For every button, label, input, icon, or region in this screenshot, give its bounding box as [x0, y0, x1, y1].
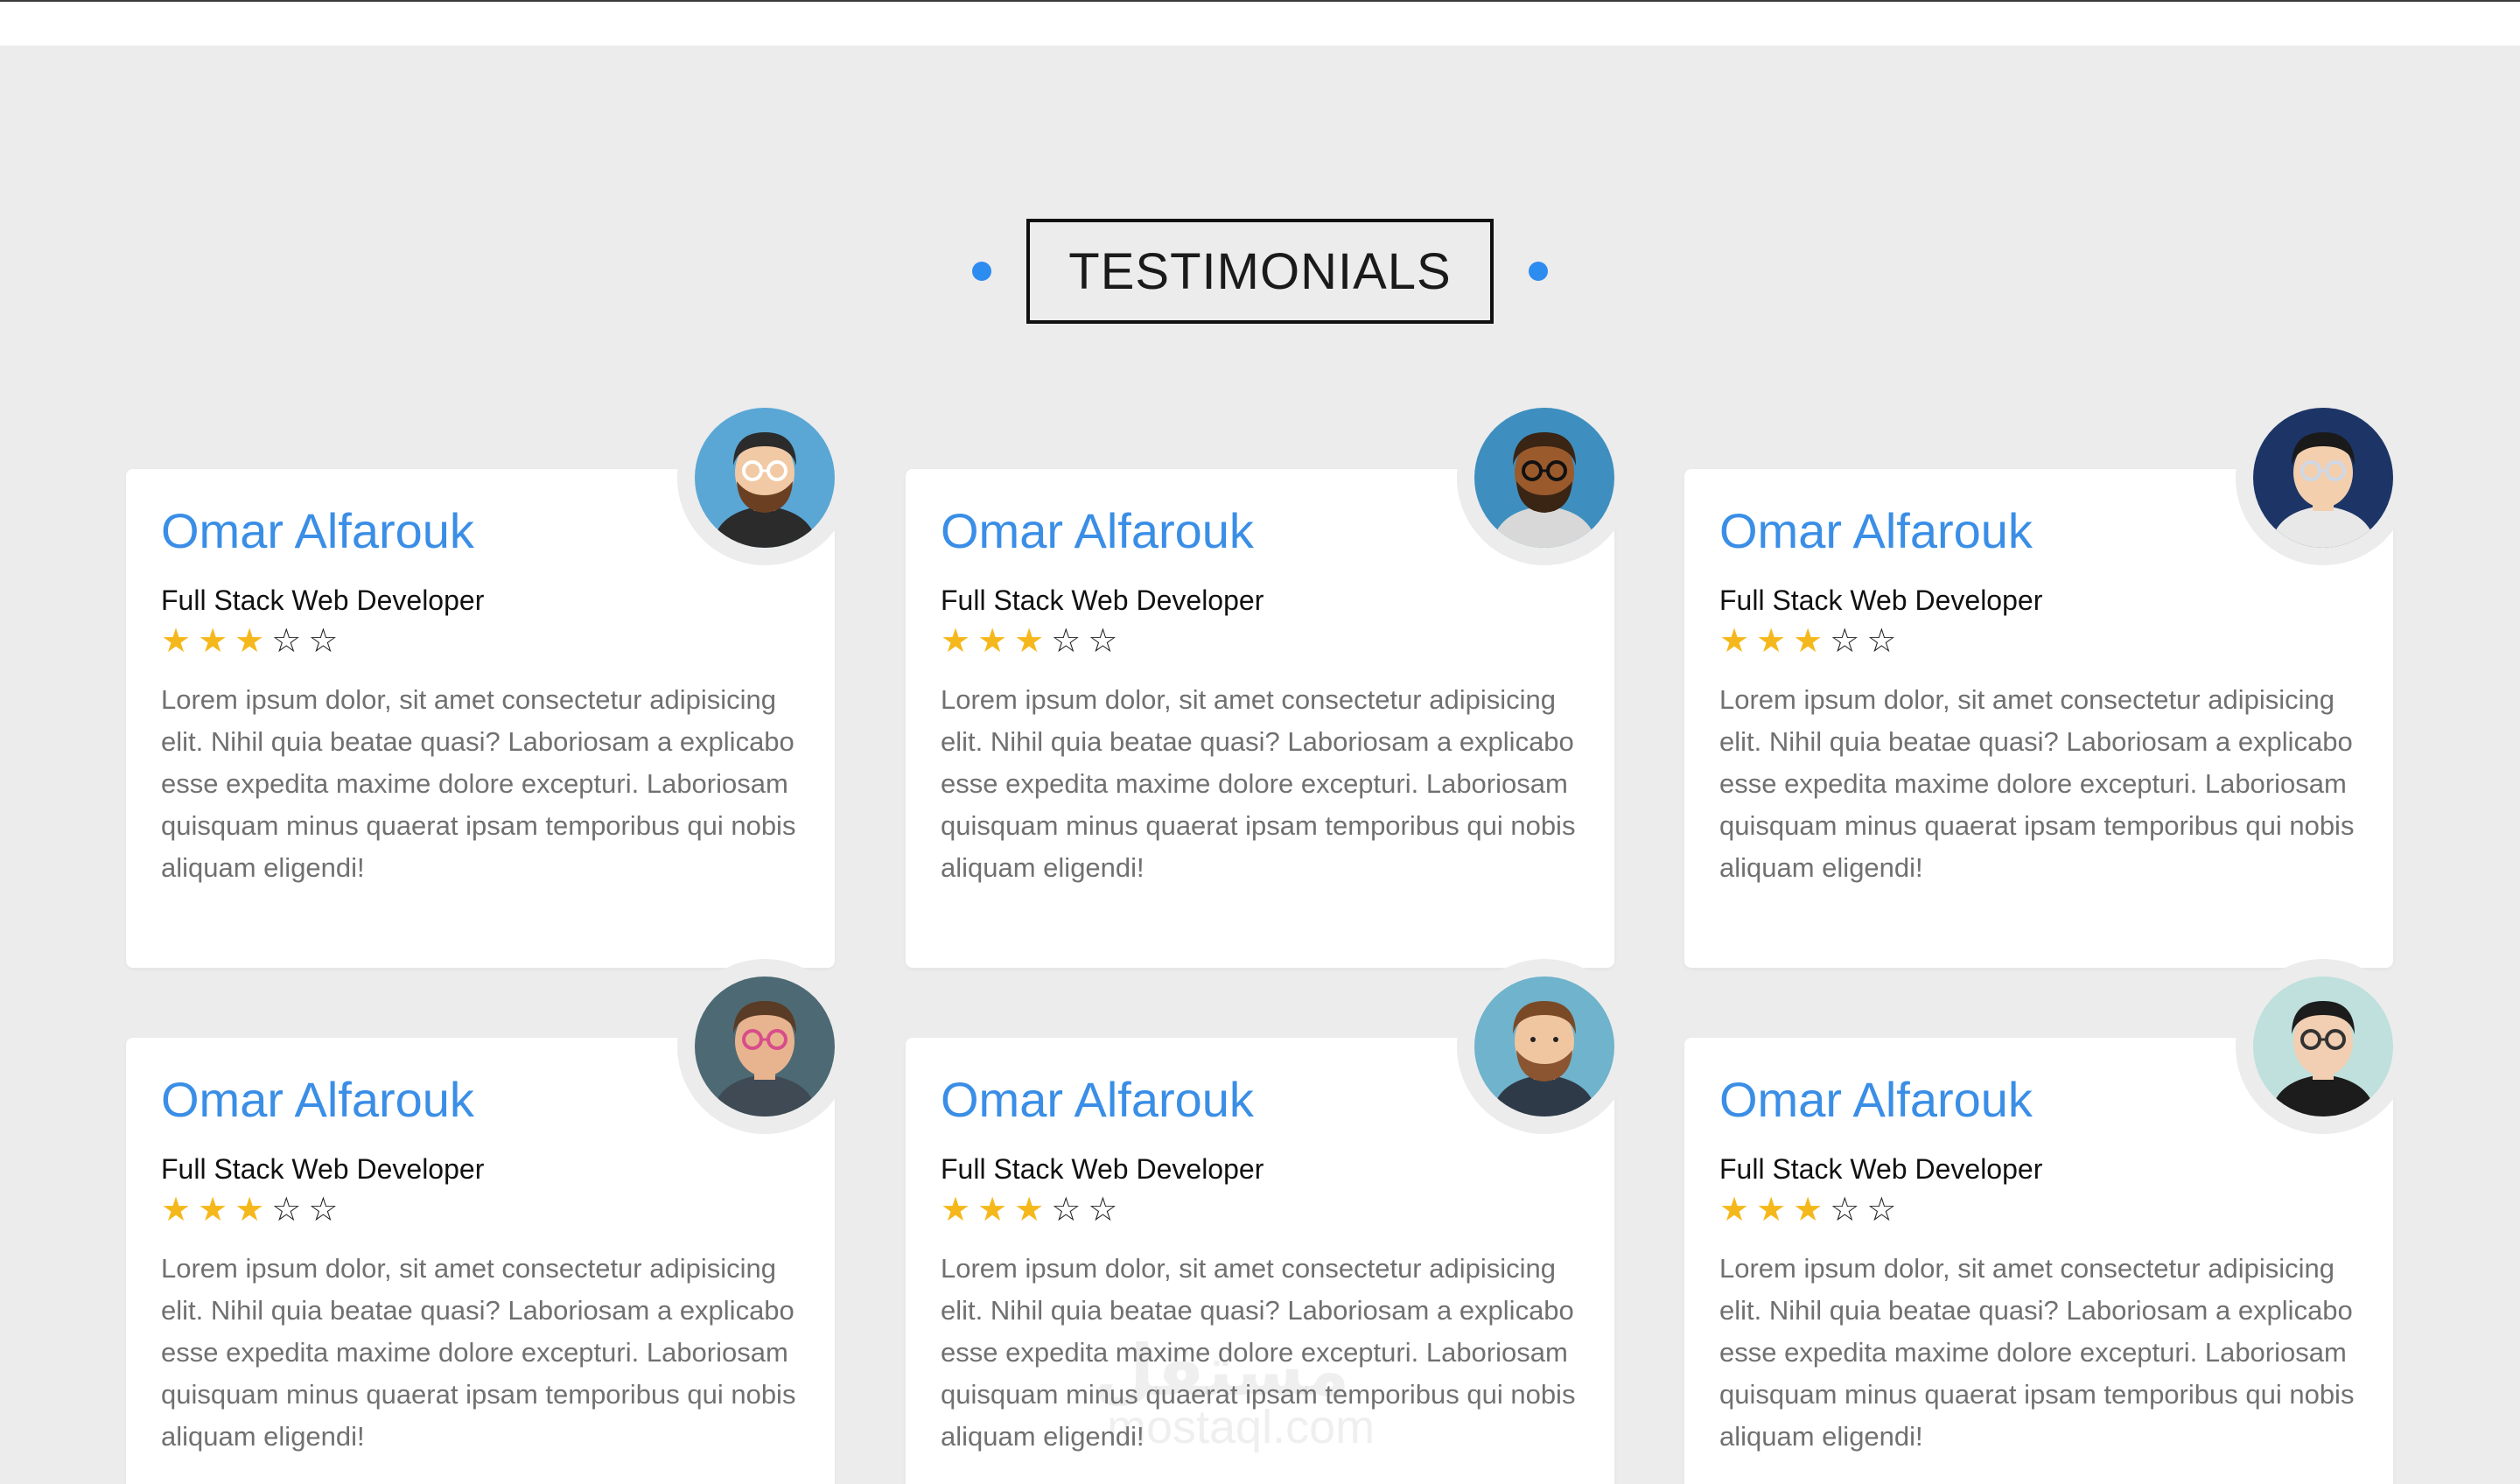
- avatar-bearded-icon: [1474, 976, 1614, 1116]
- star-filled-icon: ★: [977, 623, 1008, 660]
- star-rating: ★ ★ ★ ☆ ☆: [941, 1194, 1117, 1227]
- star-filled-icon: ★: [1793, 1192, 1824, 1228]
- star-outline-icon: ☆: [308, 623, 339, 660]
- testimonial-card: Omar Alfarouk Full Stack Web Developer ★ ★ ★…: [126, 959, 852, 1484]
- testimonial-text: Lorem ipsum dolor, sit amet consectetur …: [161, 1253, 796, 1452]
- star-outline-icon: ☆: [1088, 1192, 1118, 1228]
- star-filled-icon: ★: [1756, 623, 1787, 660]
- star-rating: ★ ★ ★ ☆ ☆: [1719, 625, 1896, 658]
- star-filled-icon: ★: [161, 623, 192, 660]
- avatar-aviator-icon: [2253, 976, 2393, 1116]
- star-rating: ★ ★ ★ ☆ ☆: [161, 625, 338, 658]
- star-rating: ★ ★ ★ ☆ ☆: [161, 1194, 338, 1227]
- star-filled-icon: ★: [234, 623, 265, 660]
- avatar-pink-glasses-icon: [695, 976, 835, 1116]
- testimonial-card: Omar Alfarouk Full Stack Web Developer ★ ★ ★…: [1684, 390, 2411, 968]
- left-dot-icon: [972, 262, 992, 281]
- avatar-frame: [1457, 390, 1632, 565]
- star-outline-icon: ☆: [271, 623, 302, 660]
- avatar-sunglasses-icon: [1474, 408, 1614, 548]
- testimonial-text: Lorem ipsum dolor, sit amet consectetur …: [1719, 684, 2355, 883]
- avatar-glasses-icon: [2253, 408, 2393, 548]
- star-outline-icon: ☆: [1051, 1192, 1082, 1228]
- testimonial-name: Omar Alfarouk: [941, 1072, 1254, 1127]
- testimonial-text: Lorem ipsum dolor, sit amet consectetur …: [161, 684, 796, 883]
- testimonial-name: Omar Alfarouk: [1719, 503, 2033, 558]
- testimonial-card: Omar Alfarouk Full Stack Web Developer ★ ★ ★…: [126, 390, 852, 968]
- avatar-frame: [2236, 390, 2411, 565]
- star-outline-icon: ☆: [1051, 623, 1082, 660]
- star-outline-icon: ☆: [1866, 623, 1897, 660]
- section-header: TESTIMONIALS: [0, 219, 2520, 324]
- star-outline-icon: ☆: [1088, 623, 1118, 660]
- section-title: TESTIMONIALS: [1026, 219, 1494, 324]
- testimonial-card: Omar Alfarouk Full Stack Web Developer ★ ★ ★…: [906, 959, 1632, 1484]
- star-rating: ★ ★ ★ ☆ ☆: [1719, 1194, 1896, 1227]
- testimonial-card: Omar Alfarouk Full Stack Web Developer ★ ★ ★…: [1684, 959, 2411, 1484]
- star-filled-icon: ★: [941, 623, 971, 660]
- star-filled-icon: ★: [1014, 623, 1045, 660]
- star-filled-icon: ★: [1756, 1192, 1787, 1228]
- testimonial-name: Omar Alfarouk: [1719, 1072, 2033, 1127]
- testimonial-name: Omar Alfarouk: [941, 503, 1254, 558]
- testimonial-role: Full Stack Web Developer: [161, 1153, 485, 1185]
- star-filled-icon: ★: [198, 1192, 228, 1228]
- testimonial-role: Full Stack Web Developer: [161, 584, 485, 616]
- testimonial-text: Lorem ipsum dolor, sit amet consectetur …: [941, 1253, 1576, 1452]
- testimonial-name: Omar Alfarouk: [161, 1072, 474, 1127]
- testimonial-role: Full Stack Web Developer: [941, 1153, 1264, 1185]
- star-filled-icon: ★: [1719, 623, 1750, 660]
- star-filled-icon: ★: [941, 1192, 971, 1228]
- star-outline-icon: ☆: [1830, 623, 1860, 660]
- star-outline-icon: ☆: [1866, 1192, 1897, 1228]
- star-filled-icon: ★: [1719, 1192, 1750, 1228]
- star-filled-icon: ★: [1014, 1192, 1045, 1228]
- testimonial-role: Full Stack Web Developer: [1719, 584, 2043, 616]
- avatar-frame: [2236, 959, 2411, 1134]
- avatar-frame: [1457, 959, 1632, 1134]
- testimonial-name: Omar Alfarouk: [161, 503, 474, 558]
- star-outline-icon: ☆: [271, 1192, 302, 1228]
- testimonial-card: Omar Alfarouk Full Stack Web Developer ★ ★ ★…: [906, 390, 1632, 968]
- avatar-frame: [677, 390, 852, 565]
- star-filled-icon: ★: [198, 623, 228, 660]
- star-filled-icon: ★: [977, 1192, 1008, 1228]
- right-dot-icon: [1528, 262, 1548, 281]
- top-navbar: [0, 0, 2520, 46]
- testimonial-role: Full Stack Web Developer: [941, 584, 1264, 616]
- star-rating: ★ ★ ★ ☆ ☆: [941, 625, 1117, 658]
- testimonial-text: Lorem ipsum dolor, sit amet consectetur …: [1719, 1253, 2355, 1452]
- avatar-frame: [677, 959, 852, 1134]
- star-filled-icon: ★: [1793, 623, 1824, 660]
- star-filled-icon: ★: [234, 1192, 265, 1228]
- star-outline-icon: ☆: [308, 1192, 339, 1228]
- star-filled-icon: ★: [161, 1192, 192, 1228]
- testimonial-text: Lorem ipsum dolor, sit amet consectetur …: [941, 684, 1576, 883]
- testimonial-role: Full Stack Web Developer: [1719, 1153, 2043, 1185]
- star-outline-icon: ☆: [1830, 1192, 1860, 1228]
- avatar-bearded-glasses-icon: [695, 408, 835, 548]
